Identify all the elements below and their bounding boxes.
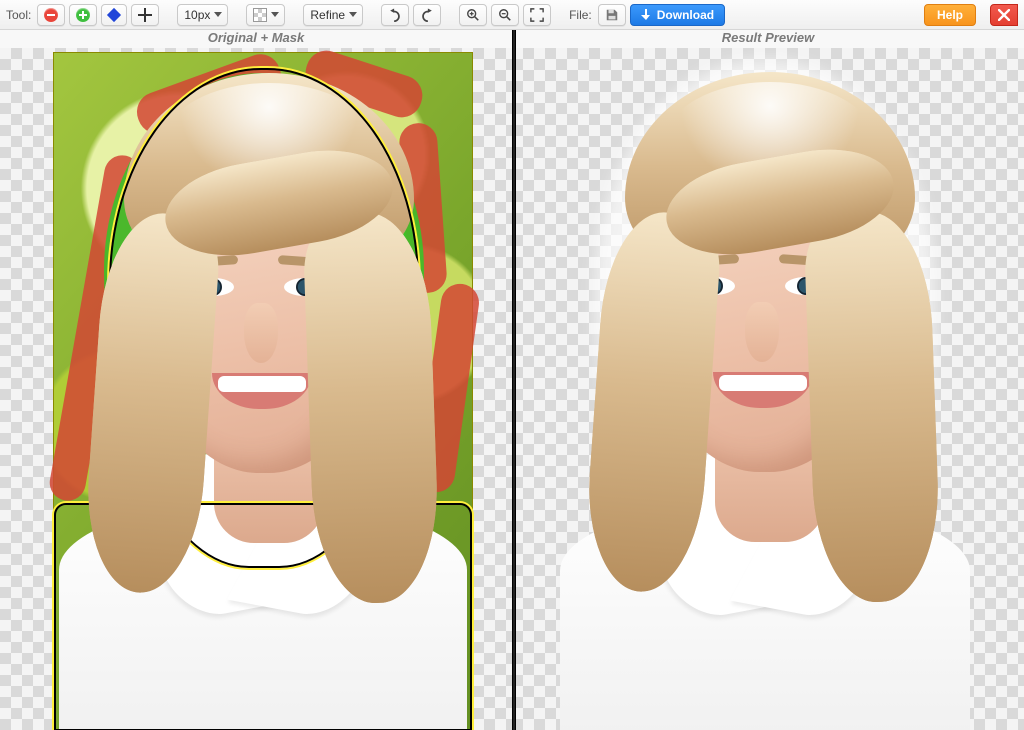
file-label: File:: [569, 8, 592, 22]
history-group: [381, 4, 441, 26]
download-icon: [641, 9, 651, 21]
transparency-swatch-icon: [253, 8, 267, 22]
left-pane-title: Original + Mask: [0, 30, 512, 48]
refine-label: Refine: [310, 8, 345, 22]
save-button[interactable]: [598, 4, 626, 26]
redo-button[interactable]: [413, 4, 441, 26]
brush-size-dropdown[interactable]: 10px: [177, 4, 228, 26]
zoom-out-button[interactable]: [491, 4, 519, 26]
chevron-down-icon: [349, 12, 357, 17]
result-image: [555, 52, 975, 730]
workspace: Original + Mask Result Preview: [0, 30, 1024, 730]
right-pane-title: Result Preview: [512, 30, 1024, 48]
close-icon: [998, 9, 1010, 21]
help-button[interactable]: Help: [924, 4, 976, 26]
help-label: Help: [937, 8, 963, 22]
save-icon: [605, 8, 619, 22]
fit-icon: [530, 8, 544, 22]
zoom-in-icon: [466, 8, 480, 22]
pane-divider[interactable]: [512, 30, 516, 730]
keep-tool-button[interactable]: [69, 4, 97, 26]
toolbar: Tool: 10px Refine: [0, 0, 1024, 30]
pan-tool-button[interactable]: [131, 4, 159, 26]
tool-label: Tool:: [6, 8, 31, 22]
erase-tool-button[interactable]: [37, 4, 65, 26]
redo-icon: [420, 8, 434, 22]
plus-circle-icon: [76, 8, 90, 22]
diamond-icon: [107, 7, 121, 21]
download-label: Download: [657, 8, 714, 22]
chevron-down-icon: [214, 12, 222, 17]
fit-screen-button[interactable]: [523, 4, 551, 26]
original-mask-pane[interactable]: [0, 48, 512, 730]
move-icon: [138, 8, 152, 22]
refine-dropdown[interactable]: Refine: [303, 4, 363, 26]
download-button[interactable]: Download: [630, 4, 725, 26]
result-preview-pane[interactable]: [512, 48, 1024, 730]
brush-size-value: 10px: [184, 8, 210, 22]
bgcolor-dropdown[interactable]: [246, 4, 285, 26]
undo-icon: [388, 8, 402, 22]
close-button[interactable]: [990, 4, 1018, 26]
hair-tool-button[interactable]: [101, 4, 127, 26]
zoom-in-button[interactable]: [459, 4, 487, 26]
chevron-down-icon: [271, 12, 279, 17]
zoom-group: [459, 4, 551, 26]
original-image: [53, 52, 473, 730]
zoom-out-icon: [498, 8, 512, 22]
minus-circle-icon: [44, 8, 58, 22]
undo-button[interactable]: [381, 4, 409, 26]
